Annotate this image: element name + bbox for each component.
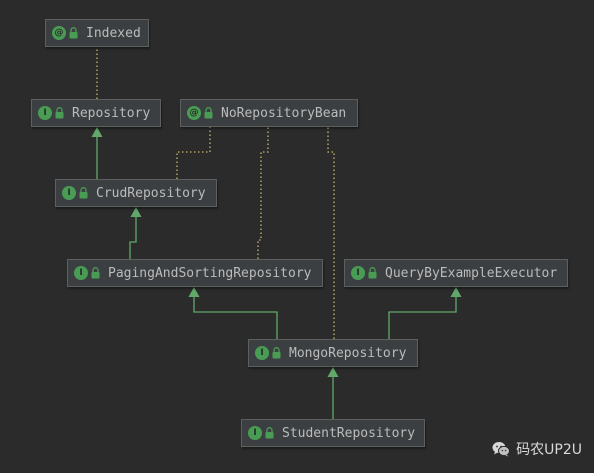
lock-icon — [204, 107, 213, 119]
lock-icon — [69, 27, 78, 39]
lock-icon — [368, 267, 377, 279]
node-pagingandsortingrepository[interactable]: I PagingAndSortingRepository — [67, 259, 323, 287]
edge-mongorepository-to-pagingandsortingrepository-arrowhead — [188, 287, 200, 297]
edge-mongorepository-to-querybyexampleexecutor-arrowhead — [450, 287, 462, 297]
node-label: StudentRepository — [282, 425, 416, 441]
edge-mongorepository-to-querybyexampleexecutor — [388, 296, 457, 339]
diagram-edges — [91, 47, 462, 419]
node-label: MongoRepository — [289, 345, 407, 361]
interface-icon: I — [62, 186, 76, 200]
node-label: Indexed — [86, 25, 141, 41]
node-label: Repository — [72, 105, 151, 121]
node-querybyexampleexecutor[interactable]: I QueryByExampleExecutor — [344, 259, 568, 287]
lock-icon — [55, 107, 64, 119]
edge-crudrepository-to-repository-arrowhead — [91, 127, 103, 137]
lock-icon — [272, 347, 281, 359]
annotation-type-icon: @ — [52, 26, 66, 40]
node-repository[interactable]: I Repository — [31, 99, 161, 127]
interface-icon: I — [255, 346, 269, 360]
interface-icon: I — [38, 106, 52, 120]
node-label: QueryByExampleExecutor — [385, 265, 558, 281]
node-label: NoRepositoryBean — [221, 105, 347, 121]
wechat-icon — [492, 442, 511, 457]
node-mongorepository[interactable]: I MongoRepository — [248, 339, 418, 367]
lock-icon — [79, 187, 88, 199]
node-label: PagingAndSortingRepository — [108, 265, 312, 281]
interface-icon: I — [248, 426, 262, 440]
watermark-text: 码农UP2U — [516, 442, 582, 458]
edge-mongorepository-to-pagingandsortingrepository — [193, 296, 278, 339]
annotation-type-icon: @ — [187, 106, 201, 120]
node-norepositorybean[interactable]: @ NoRepositoryBean — [180, 99, 358, 127]
node-crudrepository[interactable]: I CrudRepository — [55, 179, 217, 207]
edge-pagingandsortingrepository-to-crudrepository — [129, 216, 137, 259]
watermark: 码农UP2U — [492, 439, 582, 459]
lock-icon — [265, 427, 274, 439]
edge-studentrepository-to-mongorepository-arrowhead — [327, 367, 339, 377]
node-label: CrudRepository — [96, 185, 206, 201]
lock-icon — [91, 267, 100, 279]
edge-crudrepository-to-norepositorybean — [176, 127, 211, 179]
interface-icon: I — [74, 266, 88, 280]
edge-pagingandsortingrepository-to-crudrepository-arrowhead — [130, 207, 142, 217]
node-studentrepository[interactable]: I StudentRepository — [241, 419, 425, 447]
interface-icon: I — [351, 266, 365, 280]
edge-mongorepository-to-norepositorybean — [327, 127, 335, 339]
node-indexed[interactable]: @ Indexed — [45, 19, 149, 47]
edge-pagingandsortingrepository-to-norepositorybean — [257, 127, 269, 259]
